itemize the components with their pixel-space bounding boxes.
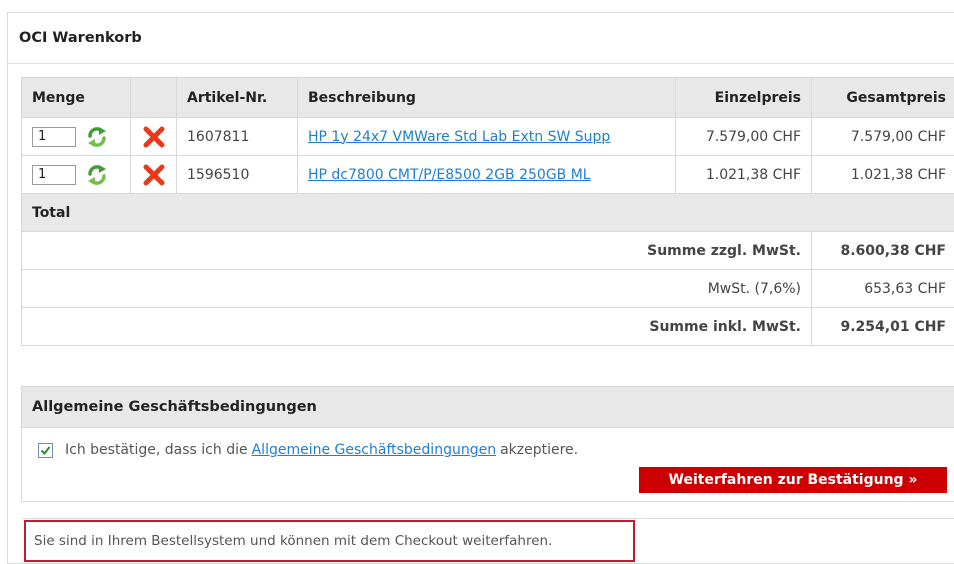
vat-value: 653,63 CHF	[811, 269, 954, 308]
divider	[22, 518, 954, 519]
quantity-input[interactable]: 1	[32, 126, 76, 147]
terms-confirm-suffix: akzeptiere.	[500, 442, 579, 458]
table-row: 1 1596510 HP dc7800 CMT/P/E8500 2GB 250G…	[21, 155, 954, 194]
subtotal-row: Summe zzgl. MwSt. 8.600,38 CHF	[21, 231, 954, 270]
quantity-cell: 1	[21, 155, 131, 194]
checkout-notice: Sie sind in Ihrem Bestellsystem und könn…	[24, 520, 635, 562]
cart-table: Menge Artikel-Nr. Beschreibung Einzelpre…	[21, 77, 954, 346]
quantity-input[interactable]: 1	[32, 164, 76, 185]
product-link[interactable]: HP 1y 24x7 VMWare Std Lab Extn SW Supp	[308, 129, 610, 145]
column-header-artikel: Artikel-Nr.	[176, 77, 298, 118]
cart-title: OCI Warenkorb	[19, 30, 142, 46]
unit-price: 1.021,38 CHF	[675, 155, 812, 194]
total-price: 1.021,38 CHF	[811, 155, 954, 194]
article-number: 1607811	[176, 117, 298, 156]
quantity-cell: 1	[21, 117, 131, 156]
refresh-icon[interactable]	[85, 125, 109, 149]
divider	[7, 63, 954, 64]
product-link[interactable]: HP dc7800 CMT/P/E8500 2GB 250GB ML	[308, 167, 591, 183]
description-cell: HP dc7800 CMT/P/E8500 2GB 250GB ML	[297, 155, 676, 194]
remove-cell	[130, 155, 177, 194]
column-header-beschreibung: Beschreibung	[297, 77, 676, 118]
column-header-menge: Menge	[21, 77, 131, 118]
column-header-einzelpreis: Einzelpreis	[675, 77, 812, 118]
column-header-actions	[130, 77, 177, 118]
total-price: 7.579,00 CHF	[811, 117, 954, 156]
continue-button[interactable]: Weiterfahren zur Bestätigung »	[639, 467, 947, 493]
refresh-icon[interactable]	[85, 163, 109, 187]
terms-link[interactable]: Allgemeine Geschäftsbedingungen	[252, 442, 496, 458]
article-number: 1596510	[176, 155, 298, 194]
column-header-gesamtpreis: Gesamtpreis	[811, 77, 954, 118]
terms-confirm-prefix: Ich bestätige, dass ich die	[65, 442, 248, 458]
grand-total-value: 9.254,01 CHF	[811, 307, 954, 346]
terms-confirm-row: Ich bestätige, dass ich die Allgemeine G…	[38, 442, 578, 458]
checkmark-icon	[40, 445, 51, 455]
remove-icon[interactable]	[142, 163, 166, 187]
subtotal-value: 8.600,38 CHF	[811, 231, 954, 270]
grand-total-row: Summe inkl. MwSt. 9.254,01 CHF	[21, 307, 954, 346]
table-header-row: Menge Artikel-Nr. Beschreibung Einzelpre…	[21, 77, 954, 118]
terms-heading: Allgemeine Geschäftsbedingungen	[22, 387, 954, 428]
terms-checkbox[interactable]	[38, 442, 53, 458]
remove-cell	[130, 117, 177, 156]
vat-label: MwSt. (7,6%)	[21, 269, 812, 308]
total-label: Total	[21, 193, 954, 232]
table-row: 1 1607811 HP 1y 24x7 VMWare Std Lab Extn…	[21, 117, 954, 156]
grand-total-label: Summe inkl. MwSt.	[21, 307, 812, 346]
subtotal-label: Summe zzgl. MwSt.	[21, 231, 812, 270]
remove-icon[interactable]	[142, 125, 166, 149]
total-header-row: Total	[21, 193, 954, 232]
description-cell: HP 1y 24x7 VMWare Std Lab Extn SW Supp	[297, 117, 676, 156]
unit-price: 7.579,00 CHF	[675, 117, 812, 156]
vat-row: MwSt. (7,6%) 653,63 CHF	[21, 269, 954, 308]
